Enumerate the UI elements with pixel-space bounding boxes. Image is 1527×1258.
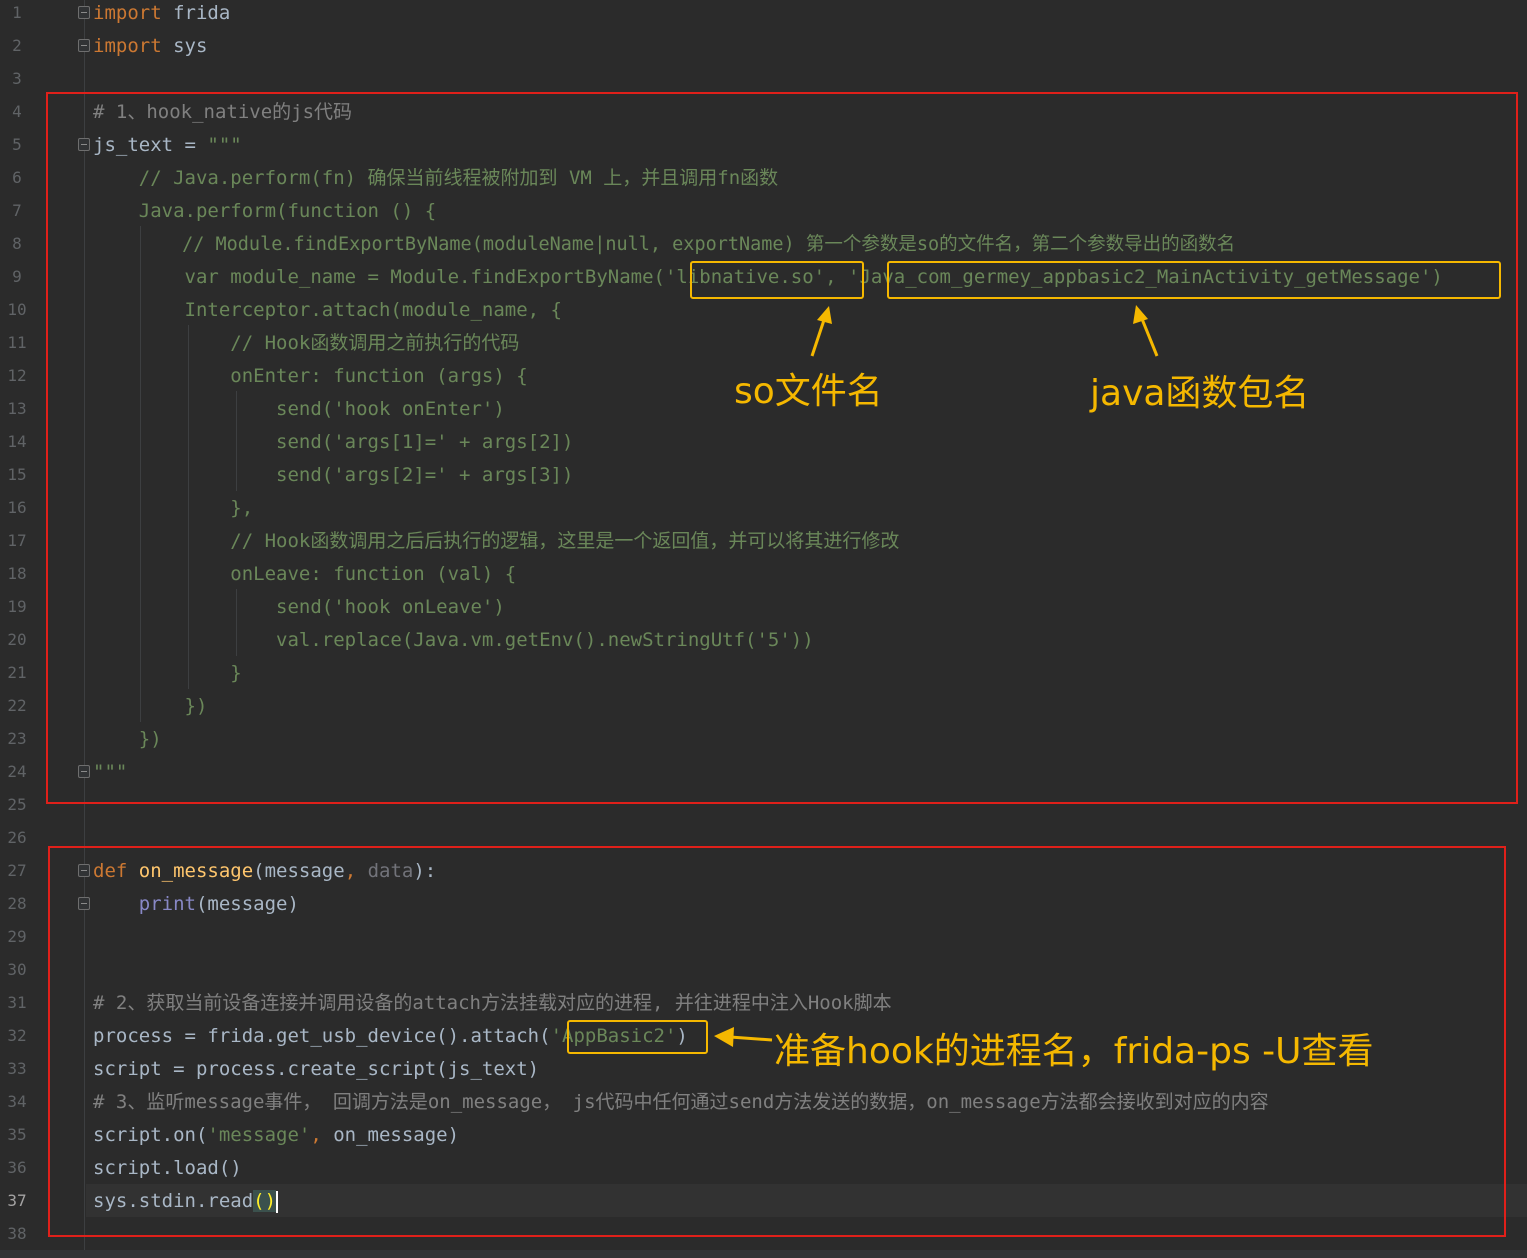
java-function-label: java函数包名 <box>1090 373 1310 414</box>
process-arrow <box>729 1035 773 1042</box>
horizontal-scrollbar[interactable] <box>0 1250 1527 1258</box>
java-arrow-head <box>1133 305 1148 324</box>
process-name-label: 准备hook的进程名，frida-ps -U查看 <box>774 1031 1374 1072</box>
process-arrow-head <box>714 1027 734 1047</box>
so-arrow-head <box>817 306 832 324</box>
so-filename-label: so文件名 <box>734 371 883 412</box>
